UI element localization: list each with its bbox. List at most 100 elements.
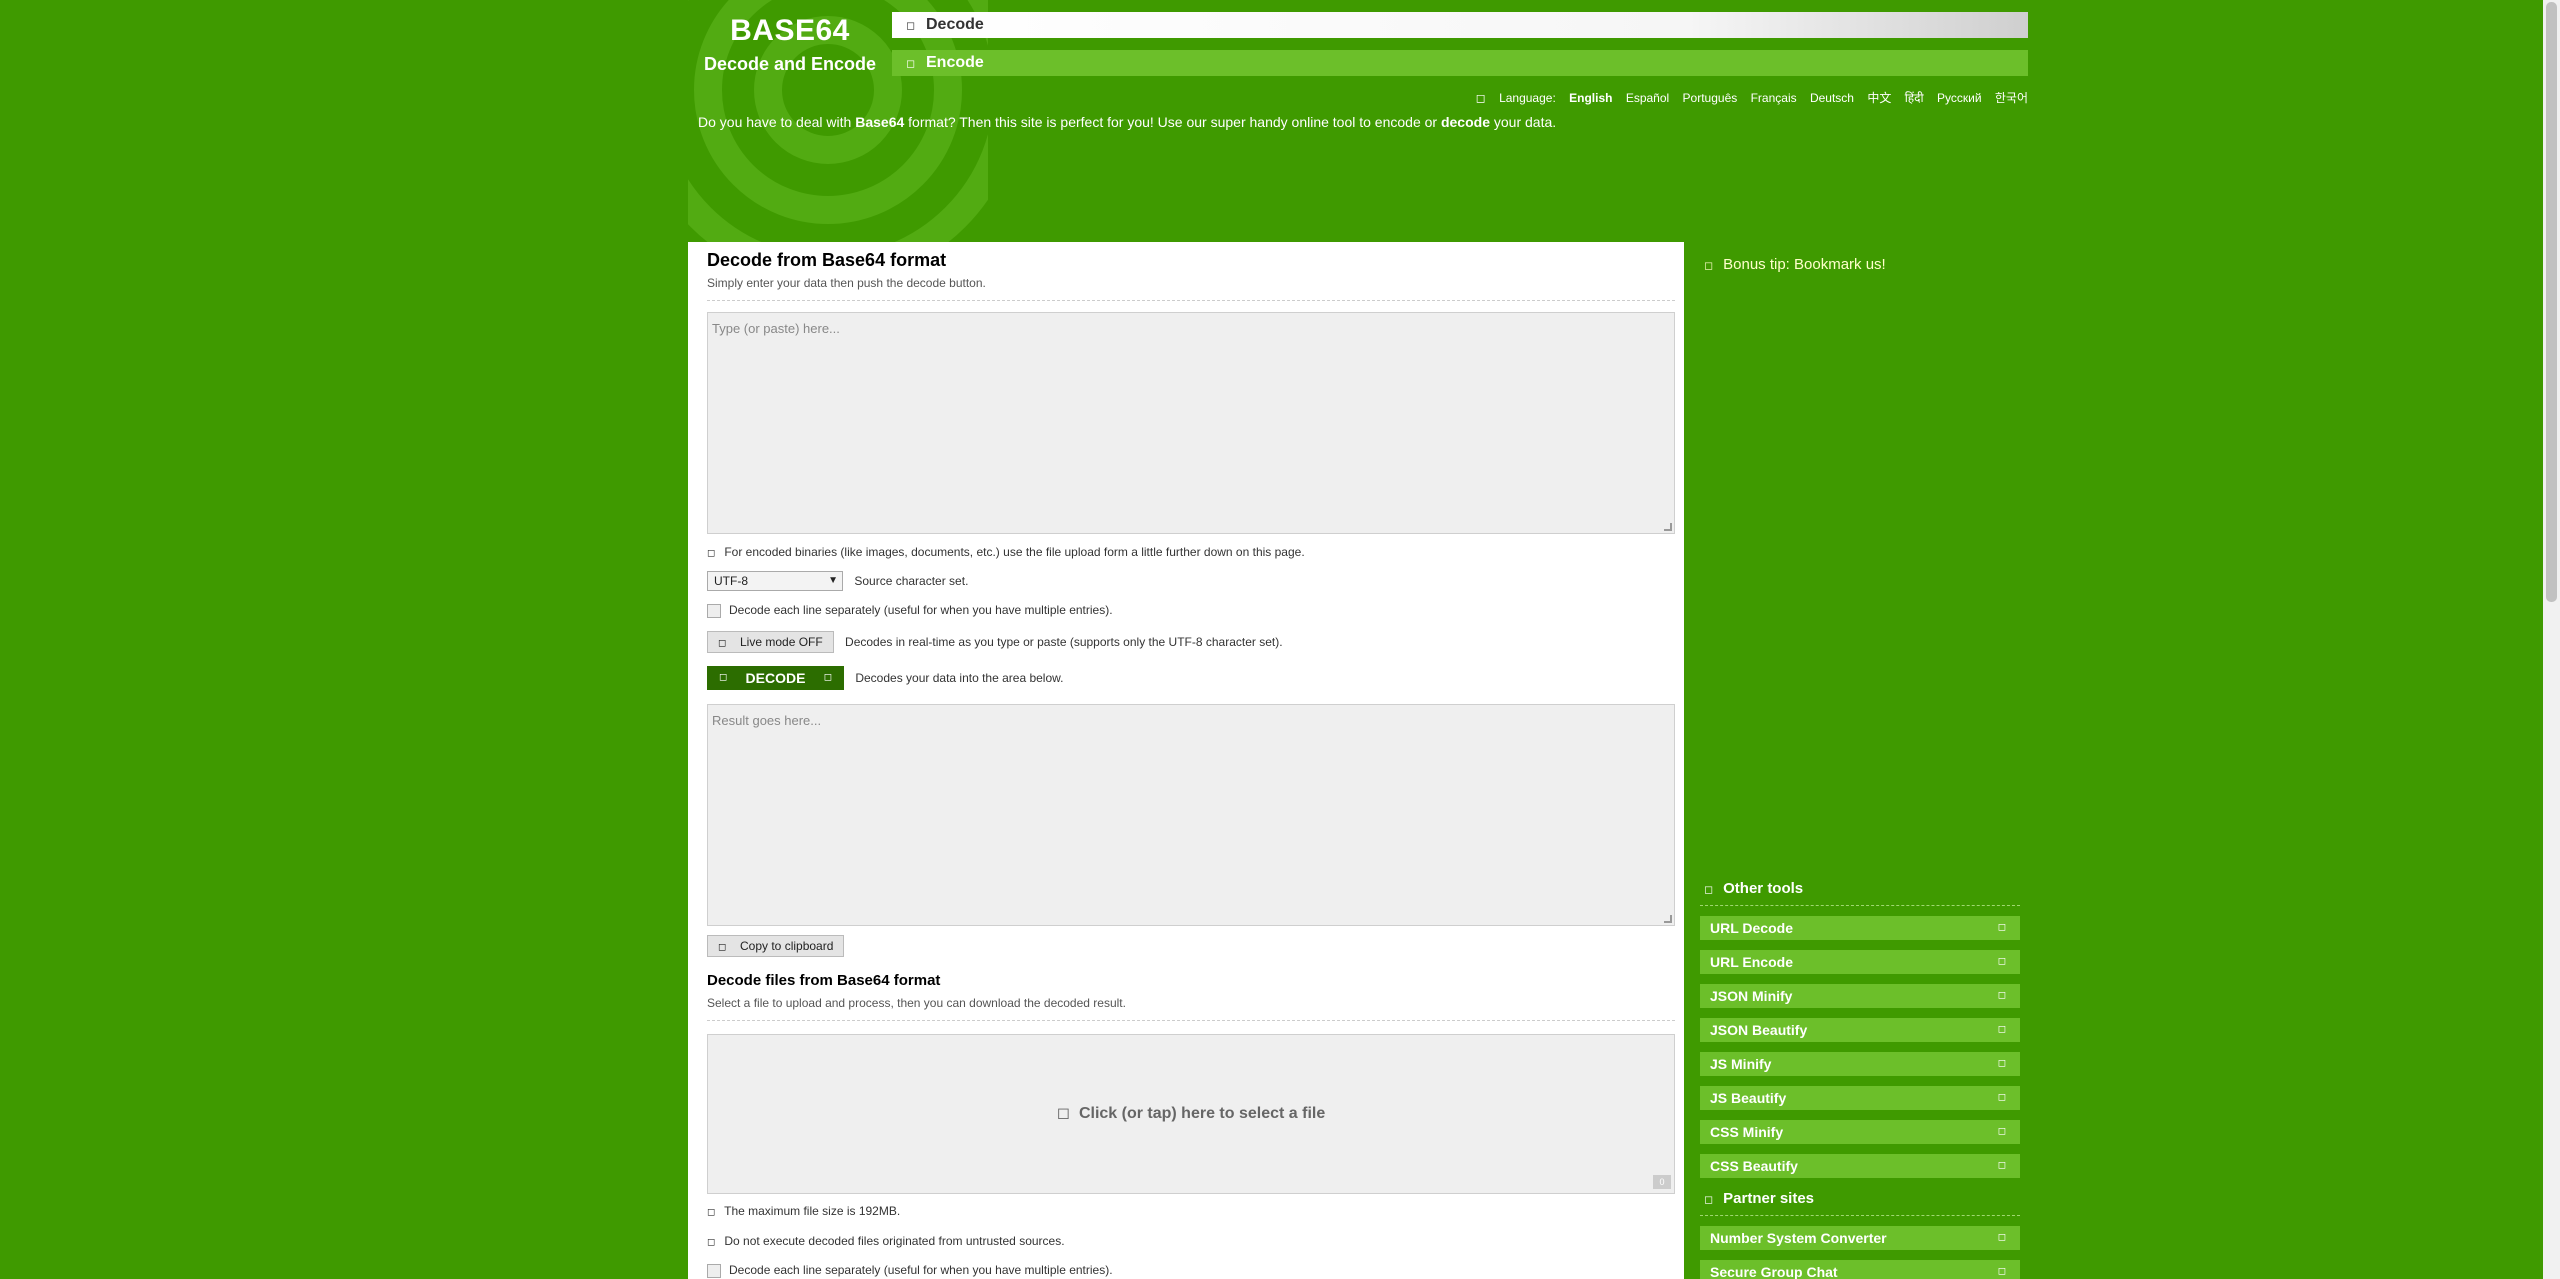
tool-label: URL Decode	[1710, 920, 1793, 936]
upload-icon: ◻	[1056, 1105, 1079, 1122]
language-option-french[interactable]: Français	[1751, 91, 1797, 105]
tool-css-minify[interactable]: CSS Minify ◻	[1700, 1120, 2020, 1144]
binaries-note-text: For encoded binaries (like images, docum…	[724, 545, 1305, 559]
bookmark-icon: ◻	[1704, 260, 1714, 272]
language-option-hindi[interactable]: हिंदी	[1905, 91, 1924, 105]
partner-sites-heading: ◻ Partner sites	[1704, 1190, 1814, 1207]
files-each-line-row: Decode each line separately (useful for …	[707, 1263, 1113, 1278]
tool-css-beautify[interactable]: CSS Beautify ◻	[1700, 1154, 2020, 1178]
site-logo[interactable]: BASE64 Decode and Encode	[700, 14, 880, 75]
logo-title: BASE64	[730, 14, 850, 47]
charset-select-value: UTF-8	[714, 574, 748, 588]
toggle-icon: ◻	[718, 638, 727, 649]
arrow-icon: ◻	[1997, 922, 2006, 933]
decode-button-label: DECODE	[745, 670, 806, 686]
decode-section-title: Decode from Base64 format	[707, 250, 947, 270]
info-icon: ◻	[707, 548, 716, 559]
decode-button[interactable]: ◻ DECODE ◻	[707, 666, 844, 690]
scrollbar-thumb[interactable]	[2546, 2, 2557, 602]
main-panel: Decode from Base64 format Simply enter y…	[688, 242, 1684, 1279]
tool-label: CSS Beautify	[1710, 1158, 1798, 1174]
partner-secure-group-chat[interactable]: Secure Group Chat ◻	[1700, 1260, 2020, 1279]
result-output[interactable]: Result goes here...	[707, 704, 1675, 926]
nav-decode-label: Decode	[926, 16, 984, 33]
logo-subtitle: Decode and Encode	[703, 54, 877, 74]
partner-label: Number System Converter	[1710, 1230, 1887, 1246]
arrow-icon: ◻	[1997, 990, 2006, 1001]
intro-part3: your data.	[1489, 114, 1557, 130]
tool-label: JS Minify	[1710, 1056, 1772, 1072]
tool-label: JS Beautify	[1710, 1090, 1787, 1106]
page-scrollbar[interactable]	[2543, 0, 2560, 1279]
other-tools-heading: ◻ Other tools	[1704, 880, 1803, 897]
language-option-korean[interactable]: 한국어	[1995, 91, 2028, 105]
tool-url-decode[interactable]: URL Decode ◻	[1700, 916, 2020, 940]
files-section-subtitle: Select a file to upload and process, the…	[707, 996, 1126, 1010]
decode-input[interactable]: Type (or paste) here...	[707, 312, 1675, 534]
tool-label: CSS Minify	[1710, 1124, 1784, 1140]
tool-js-minify[interactable]: JS Minify ◻	[1700, 1052, 2020, 1076]
decode-section-subtitle: Simply enter your data then push the dec…	[707, 276, 986, 290]
arrow-icon: ◻	[1997, 1058, 2006, 1069]
live-mode-button[interactable]: ◻ Live mode OFF	[707, 631, 834, 653]
partner-label: Secure Group Chat	[1710, 1264, 1838, 1279]
partner-number-system-converter[interactable]: Number System Converter ◻	[1700, 1226, 2020, 1250]
resize-grip-icon[interactable]	[1664, 523, 1672, 531]
language-option-russian[interactable]: Русский	[1937, 91, 1982, 105]
warning-icon: ◻	[707, 1237, 716, 1248]
each-line-checkbox[interactable]	[707, 603, 721, 618]
unlock-icon: ◻	[906, 20, 916, 32]
chevron-right-icon: ◻	[823, 672, 832, 683]
info-icon: ◻	[707, 1207, 716, 1218]
arrow-icon: ◻	[1997, 1232, 2006, 1243]
files-each-line-checkbox[interactable]	[707, 1263, 721, 1278]
language-label: Language:	[1499, 91, 1556, 105]
tool-url-encode[interactable]: URL Encode ◻	[1700, 950, 2020, 974]
arrow-icon: ◻	[1997, 1126, 2006, 1137]
language-option-spanish[interactable]: Español	[1626, 91, 1669, 105]
files-each-line-label: Decode each line separately (useful for …	[729, 1263, 1113, 1277]
globe-icon: ◻	[1475, 91, 1486, 105]
warning-note: ◻ Do not execute decoded files originate…	[707, 1234, 1065, 1248]
language-option-chinese[interactable]: 中文	[1867, 91, 1891, 105]
tool-label: JSON Minify	[1710, 988, 1793, 1004]
charset-select[interactable]: UTF-8 ▼	[707, 571, 843, 591]
charset-label: Source character set.	[854, 574, 969, 588]
tool-label: JSON Beautify	[1710, 1022, 1808, 1038]
sidebar-divider	[1700, 1215, 2020, 1216]
file-count-badge: 0	[1653, 1175, 1671, 1189]
max-size-note: ◻ The maximum file size is 192MB.	[707, 1204, 900, 1218]
nav-encode-tab[interactable]: ◻ Encode	[892, 50, 2028, 76]
files-section-title: Decode files from Base64 format	[707, 972, 941, 989]
tool-js-beautify[interactable]: JS Beautify ◻	[1700, 1086, 2020, 1110]
each-line-row: Decode each line separately (useful for …	[707, 603, 1113, 618]
copy-to-clipboard-button[interactable]: ◻ Copy to clipboard	[707, 935, 845, 957]
language-option-english[interactable]: English	[1569, 91, 1612, 105]
arrow-icon: ◻	[1997, 1266, 2006, 1277]
copy-row: ◻ Copy to clipboard	[707, 935, 845, 957]
lock-icon: ◻	[906, 58, 916, 70]
arrow-icon: ◻	[1997, 1024, 2006, 1035]
chevron-left-icon: ◻	[719, 672, 728, 683]
language-option-portuguese[interactable]: Português	[1683, 91, 1738, 105]
arrow-icon: ◻	[1997, 956, 2006, 967]
each-line-label: Decode each line separately (useful for …	[729, 603, 1113, 617]
tool-json-beautify[interactable]: JSON Beautify ◻	[1700, 1018, 2020, 1042]
decode-input-placeholder: Type (or paste) here...	[712, 321, 840, 336]
language-bar: ◻ Language: English Español Português Fr…	[1476, 89, 2028, 106]
tool-json-minify[interactable]: JSON Minify ◻	[1700, 984, 2020, 1008]
charset-row: UTF-8 ▼ Source character set.	[707, 571, 968, 591]
nav-decode-tab[interactable]: ◻ Decode	[892, 12, 2028, 38]
warning-text: Do not execute decoded files originated …	[724, 1234, 1065, 1248]
intro-text: Do you have to deal with Base64 format? …	[698, 114, 1556, 130]
language-option-german[interactable]: Deutsch	[1810, 91, 1854, 105]
upload-label-text: Click (or tap) here to select a file	[1078, 1105, 1326, 1122]
resize-grip-icon[interactable]	[1664, 915, 1672, 923]
file-upload-area[interactable]: ◻ Click (or tap) here to select a file 0	[707, 1034, 1675, 1194]
tool-label: URL Encode	[1710, 954, 1793, 970]
binaries-note: ◻ For encoded binaries (like images, doc…	[707, 545, 1305, 559]
bonus-tip[interactable]: ◻ Bonus tip: Bookmark us!	[1704, 256, 1886, 273]
chevron-down-icon: ▼	[828, 575, 838, 586]
partner-sites-title: Partner sites	[1723, 1190, 1815, 1207]
intro-bold-decode: decode	[1440, 114, 1490, 130]
